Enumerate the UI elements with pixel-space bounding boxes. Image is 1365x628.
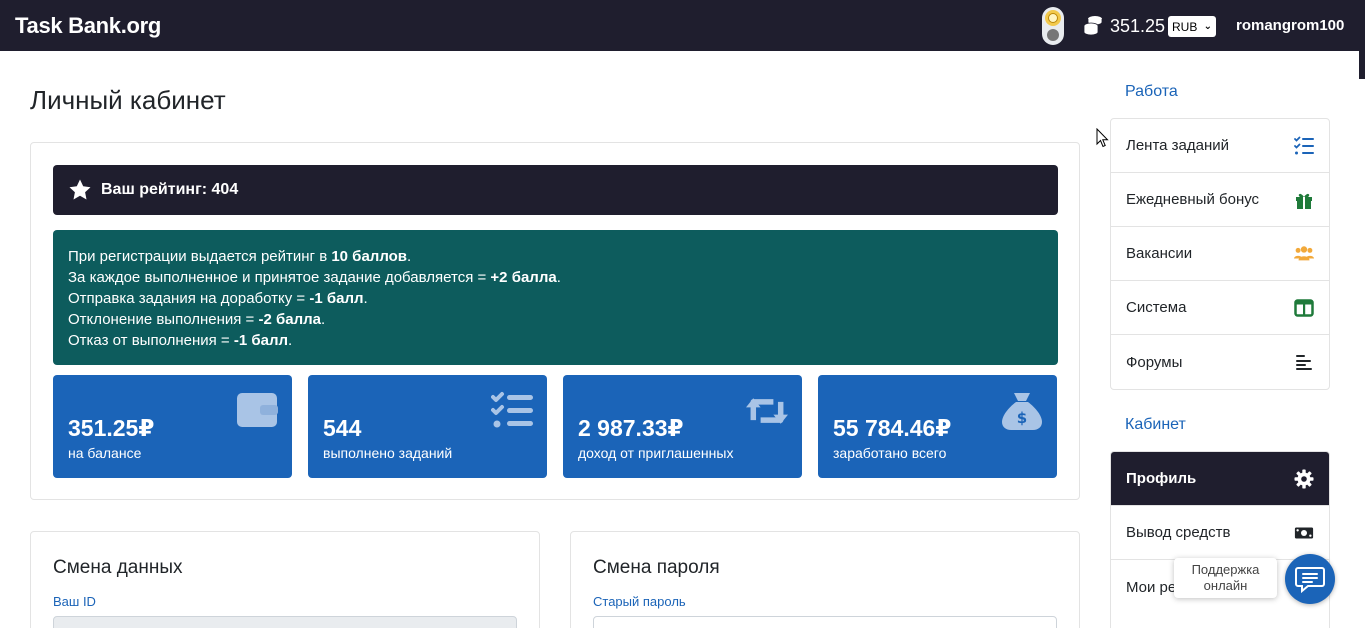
sidebar-item-label: Лента заданий — [1126, 137, 1230, 154]
old-password-input[interactable] — [593, 616, 1057, 628]
sidebar-item-daily-bonus[interactable]: Ежедневный бонус — [1111, 173, 1329, 227]
sidebar-item-label: Ежедневный бонус — [1126, 191, 1260, 208]
sidebar-work-list: Лента заданий Ежедневный бонус Вакансии … — [1110, 118, 1330, 390]
user-id-field — [53, 616, 517, 628]
stat-tasks: 544 выполнено заданий — [308, 375, 547, 478]
stat-total-earned: $ 55 784.46₽ заработано всего — [818, 375, 1057, 478]
change-data-card: Смена данных Ваш ID — [30, 531, 540, 628]
sun-icon — [1045, 10, 1061, 26]
chat-icon — [1295, 567, 1325, 593]
money-bag-icon: $ — [1002, 393, 1042, 430]
sidebar-cabinet-list: Профиль Вывод средств Мои ре — [1110, 451, 1330, 628]
stat-value: 351.25₽ — [68, 415, 155, 441]
toggle-knob — [1047, 29, 1059, 41]
sidebar-heading-work: Работа — [1125, 83, 1178, 100]
sidebar-item-profile[interactable]: Профиль — [1111, 452, 1329, 506]
task-list-icon — [1294, 136, 1314, 154]
coins-icon — [1083, 16, 1103, 36]
stat-label: на балансе — [68, 445, 142, 461]
stat-referral: 2 987.33₽ доход от приглашенных — [563, 375, 802, 478]
theme-toggle[interactable] — [1042, 7, 1064, 45]
sidebar-item-label: Профиль — [1126, 470, 1197, 487]
stat-balance: 351.25₽ на балансе — [53, 375, 292, 478]
info-line: Отправка задания на доработку = -1 балл. — [68, 290, 368, 307]
support-tooltip[interactable]: Поддержка онлайн — [1174, 558, 1277, 598]
stat-value: 2 987.33₽ — [578, 415, 684, 441]
info-line: При регистрации выдается рейтинг в 10 ба… — [68, 248, 412, 265]
balance-value: 351.25 — [1110, 16, 1166, 36]
sidebar-item-label: Форумы — [1126, 353, 1183, 371]
rating-bar: Ваш рейтинг: 404 — [53, 165, 1058, 215]
gift-icon — [1296, 193, 1312, 209]
star-icon — [69, 179, 91, 200]
sidebar-item-label: Мои ре — [1126, 578, 1177, 596]
sidebar-item-withdrawal[interactable]: Вывод средств — [1111, 506, 1329, 560]
change-password-card: Смена пароля Старый пароль — [570, 531, 1080, 628]
support-tooltip-line: онлайн — [1203, 578, 1248, 593]
mouse-cursor-icon — [1096, 128, 1109, 148]
info-line: Отклонение выполнения = -2 балла. — [68, 311, 326, 328]
wallet-icon — [237, 393, 278, 427]
stat-label: заработано всего — [833, 445, 947, 461]
rating-card: Ваш рейтинг: 404 При регистрации выдаетс… — [30, 142, 1080, 500]
stat-label: доход от приглашенных — [578, 445, 734, 461]
scrollbar-thumb[interactable] — [1359, 51, 1365, 79]
support-chat-button[interactable] — [1285, 554, 1335, 604]
sidebar-item-label: Система — [1126, 299, 1187, 316]
sidebar-item-task-feed[interactable]: Лента заданий — [1111, 119, 1329, 173]
sidebar-item-vacancies[interactable]: Вакансии — [1111, 227, 1329, 281]
sidebar-item-label: Вакансии — [1126, 245, 1193, 262]
sidebar-heading-cabinet: Кабинет — [1125, 416, 1186, 433]
align-left-icon — [1296, 355, 1312, 370]
sidebar-item-system[interactable]: Система — [1111, 281, 1329, 335]
username-link[interactable]: romangrom100 — [1236, 17, 1344, 34]
field-label: Старый пароль — [593, 594, 686, 609]
retweet-icon — [746, 398, 788, 424]
info-line: Отказ от выполнения = -1 балл. — [68, 332, 293, 349]
stat-value: 55 784.46₽ — [833, 415, 952, 441]
stat-label: выполнено заданий — [323, 445, 453, 461]
rating-info-box: При регистрации выдается рейтинг в 10 ба… — [53, 230, 1058, 365]
support-tooltip-line: Поддержка — [1191, 562, 1260, 577]
svg-text:$: $ — [1017, 409, 1027, 427]
money-bill-icon — [1294, 527, 1314, 538]
stat-value: 544 — [323, 415, 362, 441]
sidebar-item-forums[interactable]: Форумы — [1111, 335, 1329, 389]
task-list-icon — [491, 392, 533, 428]
users-icon — [1294, 245, 1314, 260]
card-title: Смена пароля — [593, 557, 720, 578]
columns-icon — [1294, 298, 1314, 317]
field-label: Ваш ID — [53, 594, 96, 609]
currency-value: RUB — [1172, 19, 1198, 34]
gear-icon — [1294, 469, 1314, 488]
card-title: Смена данных — [53, 557, 183, 578]
page-title: Личный кабинет — [30, 85, 226, 115]
currency-select[interactable]: RUB ⌄ — [1168, 16, 1216, 37]
top-navbar: Task Bank.org 351.25 RUB ⌄ romangrom100 — [0, 0, 1365, 51]
chevron-down-icon: ⌄ — [1203, 21, 1212, 32]
sidebar-item-label: Вывод средств — [1126, 524, 1231, 541]
brand-logo[interactable]: Task Bank.org — [15, 13, 161, 39]
rating-text: Ваш рейтинг: 404 — [101, 181, 239, 198]
info-line: За каждое выполненное и принятое задание… — [68, 269, 561, 286]
